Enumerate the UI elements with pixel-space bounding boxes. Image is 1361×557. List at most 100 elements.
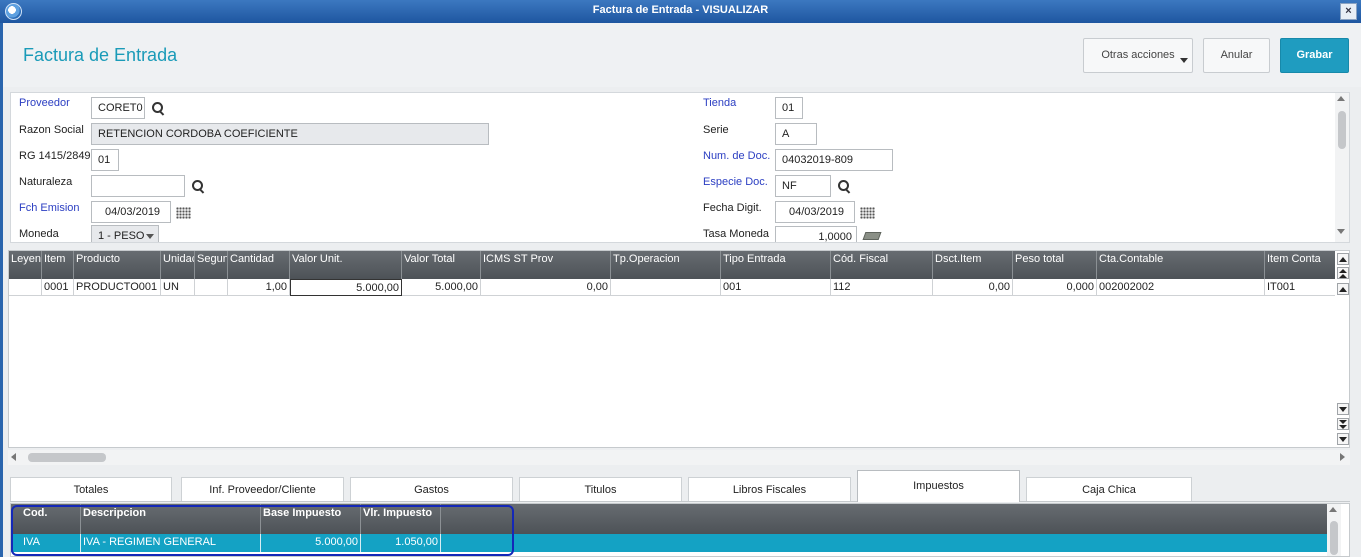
scroll-up-icon[interactable]: [1337, 96, 1345, 101]
tasa-moneda-label: Tasa Moneda: [703, 228, 770, 240]
col-header[interactable]: Segun: [195, 251, 228, 279]
scroll-left-icon[interactable]: [11, 453, 16, 461]
col-header[interactable]: Peso total: [1013, 251, 1097, 279]
col-header[interactable]: Leyen: [9, 251, 42, 279]
especie-doc-field[interactable]: NF: [775, 175, 831, 197]
col-header[interactable]: Cód. Fiscal: [831, 251, 933, 279]
especie-search-icon[interactable]: [837, 179, 851, 193]
window-title: Factura de Entrada - VISUALIZAR: [592, 4, 769, 16]
items-grid: Leyen Item Producto Unidac Segun Cantida…: [8, 250, 1350, 448]
table-cell[interactable]: [611, 279, 721, 296]
chevron-down-icon: [146, 234, 154, 239]
tab-inf-proveedor[interactable]: Inf. Proveedor/Cliente: [181, 477, 344, 501]
proveedor-field[interactable]: CORET0: [91, 97, 145, 119]
col-header[interactable]: Base Impuesto: [261, 504, 361, 534]
fecha-digit-field[interactable]: 04/03/2019: [775, 201, 855, 223]
proveedor-label: Proveedor: [19, 97, 70, 109]
page-up-icon[interactable]: [1337, 267, 1349, 279]
tab-caja-chica[interactable]: Caja Chica: [1026, 477, 1192, 501]
tab-gastos[interactable]: Gastos: [350, 477, 513, 501]
grabar-button[interactable]: Grabar: [1280, 38, 1349, 73]
scroll-thumb[interactable]: [1338, 111, 1346, 149]
anular-button[interactable]: Anular: [1203, 38, 1270, 73]
scroll-thumb[interactable]: [1330, 521, 1338, 555]
table-cell[interactable]: 0001: [42, 279, 74, 296]
first-record-icon[interactable]: [1337, 253, 1349, 265]
calendar-icon[interactable]: [860, 207, 875, 219]
table-cell[interactable]: 001: [721, 279, 831, 296]
col-header[interactable]: Tipo Entrada: [721, 251, 831, 279]
table-cell[interactable]: 0,00: [481, 279, 611, 296]
moneda-select[interactable]: 1 - PESO: [91, 225, 159, 242]
num-doc-field[interactable]: 04032019-809: [775, 149, 893, 171]
col-header[interactable]: Tp.Operacion: [611, 251, 721, 279]
caret-down-icon: [1180, 58, 1188, 63]
taxes-scrollbar[interactable]: [1327, 504, 1341, 556]
col-header[interactable]: Valor Total: [402, 251, 481, 279]
naturaleza-field[interactable]: [91, 175, 185, 197]
otras-acciones-button[interactable]: Otras acciones: [1083, 38, 1193, 73]
page-header: Factura de Entrada Otras acciones Anular…: [3, 23, 1361, 87]
col-header[interactable]: Vlr. Impuesto: [361, 504, 441, 534]
table-cell[interactable]: [195, 279, 228, 296]
naturaleza-search-icon[interactable]: [191, 179, 205, 193]
table-cell[interactable]: 002002002: [1097, 279, 1265, 296]
table-cell[interactable]: 1.050,00: [361, 534, 441, 552]
tab-totales[interactable]: Totales: [10, 477, 172, 501]
prev-record-icon[interactable]: [1337, 283, 1349, 295]
rg-field[interactable]: 01: [91, 149, 119, 171]
col-header[interactable]: Cantidad: [228, 251, 290, 279]
fch-emision-field[interactable]: 04/03/2019: [91, 201, 171, 223]
col-header[interactable]: Item: [42, 251, 74, 279]
serie-field[interactable]: A: [775, 123, 817, 145]
table-cell[interactable]: UN: [161, 279, 195, 296]
col-header[interactable]: Producto: [74, 251, 161, 279]
moneda-value: 1 - PESO: [98, 230, 145, 242]
table-cell[interactable]: IVA - REGIMEN GENERAL: [81, 534, 261, 552]
taxes-grid-header: Cod. Descripcion Base Impuesto Vlr. Impu…: [11, 504, 1327, 534]
scroll-right-icon[interactable]: [1340, 453, 1345, 461]
col-header[interactable]: Item Conta: [1265, 251, 1335, 279]
table-cell[interactable]: 0,000: [1013, 279, 1097, 296]
table-cell[interactable]: 5.000,00: [402, 279, 481, 296]
table-cell[interactable]: PRODUCTO001: [74, 279, 161, 296]
col-header[interactable]: Valor Unit.: [290, 251, 402, 279]
form-scrollbar[interactable]: [1335, 93, 1349, 242]
col-header[interactable]: Unidac: [161, 251, 195, 279]
tasa-moneda-field[interactable]: 1,0000: [775, 226, 857, 242]
window-close-button[interactable]: ×: [1340, 3, 1357, 20]
tab-libros-fiscales[interactable]: Libros Fiscales: [688, 477, 851, 501]
window-border: [0, 23, 3, 557]
scroll-up-icon[interactable]: [1329, 507, 1337, 512]
tab-titulos[interactable]: Titulos: [519, 477, 682, 501]
last-record-icon[interactable]: [1337, 433, 1349, 445]
calendar-icon[interactable]: [176, 207, 191, 219]
table-cell[interactable]: 1,00: [228, 279, 290, 296]
table-row[interactable]: 0001 PRODUCTO001 UN 1,00 5.000,00 5.000,…: [9, 279, 1335, 296]
col-header[interactable]: Cta.Contable: [1097, 251, 1265, 279]
scroll-down-icon[interactable]: [1337, 229, 1345, 234]
page-down-icon[interactable]: [1337, 418, 1349, 430]
proveedor-search-icon[interactable]: [151, 101, 165, 115]
col-header[interactable]: ICMS ST Prov: [481, 251, 611, 279]
table-cell-selected[interactable]: 5.000,00: [290, 279, 402, 296]
next-record-icon[interactable]: [1337, 403, 1349, 415]
col-header[interactable]: Descripcion: [81, 504, 261, 534]
folder-tabs: Totales Inf. Proveedor/Cliente Gastos Ti…: [10, 470, 1350, 502]
table-cell[interactable]: IT001: [1265, 279, 1335, 296]
table-cell[interactable]: [9, 279, 42, 296]
table-row-selected[interactable]: IVA IVA - REGIMEN GENERAL 5.000,00 1.050…: [11, 534, 1327, 552]
table-cell[interactable]: 0,00: [933, 279, 1013, 296]
table-cell[interactable]: 112: [831, 279, 933, 296]
table-cell[interactable]: 5.000,00: [261, 534, 361, 552]
col-header[interactable]: Cod.: [21, 504, 81, 534]
items-horizontal-scrollbar[interactable]: [8, 450, 1350, 465]
header-form-panel: Proveedor CORET0 Razon Social RETENCION …: [10, 92, 1350, 243]
window-titlebar: Factura de Entrada - VISUALIZAR ×: [0, 0, 1361, 23]
col-header[interactable]: Dsct.Item: [933, 251, 1013, 279]
table-cell[interactable]: IVA: [21, 534, 81, 552]
tab-impuestos[interactable]: Impuestos: [857, 470, 1020, 502]
scroll-thumb[interactable]: [28, 453, 106, 462]
money-icon[interactable]: [862, 232, 882, 240]
tienda-field[interactable]: 01: [775, 97, 803, 119]
